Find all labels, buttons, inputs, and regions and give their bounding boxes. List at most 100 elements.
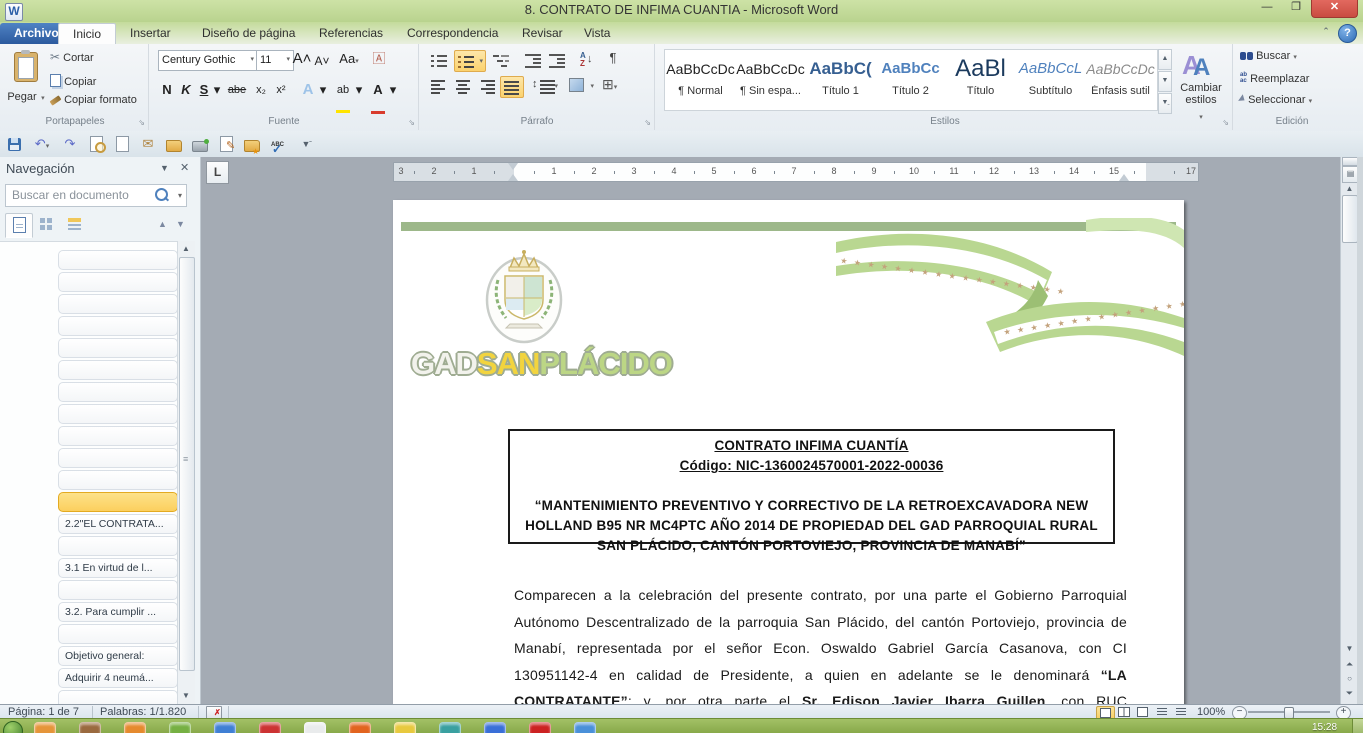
nav-heading-item[interactable]	[58, 492, 177, 512]
decrease-indent-button[interactable]	[522, 50, 544, 70]
chevron-down-icon[interactable]: ▾	[388, 80, 398, 100]
show-paragraph-marks-button[interactable]: ¶	[602, 50, 624, 70]
taskbar-app-blue-frame[interactable]	[484, 722, 506, 733]
align-left-button[interactable]	[428, 76, 450, 96]
show-desktop-button[interactable]	[1352, 719, 1363, 733]
borders-button[interactable]: ⊞▾	[602, 76, 632, 96]
nav-tab-results[interactable]	[61, 213, 87, 236]
align-center-button[interactable]	[452, 76, 474, 96]
shading-button[interactable]: ▾	[566, 76, 596, 96]
tab-insertar[interactable]: Insertar	[116, 23, 185, 44]
nav-heading-item[interactable]	[58, 294, 177, 314]
horizontal-ruler[interactable]: 32112345678910111213141517	[393, 162, 1199, 182]
nav-heading-item[interactable]: 2.2"EL CONTRATA...	[58, 514, 177, 534]
replace-button[interactable]: abac Reemplazar	[1240, 72, 1309, 91]
new-document-button[interactable]	[112, 134, 132, 154]
dialog-launcher-icon[interactable]: ⇘	[138, 118, 145, 127]
taskbar-firefox[interactable]	[349, 722, 371, 733]
contract-body-paragraph[interactable]: Comparecen a la celebración del presente…	[514, 582, 1127, 704]
taskbar-opera[interactable]	[259, 722, 281, 733]
taskbar-app-white[interactable]	[304, 722, 326, 733]
nav-heading-item[interactable]: 3.1 En virtud de l...	[58, 558, 177, 578]
dialog-launcher-icon[interactable]: ⇘	[1222, 118, 1229, 127]
send-mail-button[interactable]: ✉	[138, 134, 158, 154]
copy-button[interactable]: Copiar	[50, 72, 96, 94]
quick-print-button[interactable]	[190, 134, 210, 154]
previous-heading-icon[interactable]: ▲	[158, 219, 167, 229]
spelling-grammar-button[interactable]: ABC✓	[268, 134, 288, 154]
minimize-button[interactable]: —	[1253, 0, 1281, 17]
nav-heading-item[interactable]	[58, 316, 177, 336]
change-styles-button[interactable]: AA Cambiar estilos▾	[1176, 48, 1226, 124]
tab-diseno-de-pagina[interactable]: Diseño de página	[188, 23, 309, 44]
nav-heading-item[interactable]	[58, 426, 177, 446]
page-indicator[interactable]: Página: 1 de 7	[8, 705, 79, 719]
taskbar-info[interactable]	[574, 722, 596, 733]
document-page[interactable]: ★★★★★★★★★★★★★★★★★ ★★★★★★★★★★★★★★★★★★★★★★	[393, 200, 1184, 704]
format-painter-button[interactable]: Copiar formato	[50, 94, 137, 116]
taskbar-app-brown[interactable]	[79, 722, 101, 733]
first-line-indent-marker[interactable]	[508, 163, 518, 170]
nav-heading-item[interactable]: Objetivo general:	[58, 646, 177, 666]
hanging-indent-marker[interactable]	[508, 174, 518, 181]
tab-stop-selector[interactable]: L	[206, 161, 229, 184]
nav-heading-item[interactable]	[58, 250, 177, 270]
open-button[interactable]	[164, 134, 184, 154]
paste-button[interactable]: Pegar ▾	[6, 48, 46, 122]
chevron-down-icon[interactable]: ▾	[318, 80, 328, 100]
style-item[interactable]: AaBbCcTítulo 2	[876, 51, 945, 107]
nav-heading-item[interactable]	[58, 360, 177, 380]
folder-favorites-button[interactable]: ★	[242, 134, 262, 154]
close-pane-icon[interactable]: ✕	[180, 161, 189, 174]
scroll-up-icon[interactable]: ▲	[179, 242, 193, 256]
taskbar-youtube[interactable]	[529, 722, 551, 733]
grow-font-button[interactable]: A˄	[292, 49, 312, 69]
nav-heading-item[interactable]	[58, 338, 177, 358]
taskbar-app-orange[interactable]	[34, 722, 56, 733]
redo-button[interactable]: ↷	[60, 134, 80, 154]
help-icon[interactable]: ?	[1338, 24, 1357, 43]
nav-heading-item[interactable]: 3.2. Para cumplir ...	[58, 602, 177, 622]
tab-correspondencia[interactable]: Correspondencia	[393, 23, 512, 44]
chevron-down-icon[interactable]: ▾	[354, 80, 364, 100]
print-preview-button[interactable]	[86, 134, 106, 154]
previous-page-button[interactable]: ⏶	[1342, 659, 1357, 670]
gallery-more-icon[interactable]: ▼̱	[1158, 93, 1172, 114]
next-heading-icon[interactable]: ▼	[176, 219, 185, 229]
italic-button[interactable]: K	[178, 80, 194, 100]
view-draft-button[interactable]	[1172, 706, 1189, 718]
scroll-thumb[interactable]	[179, 257, 195, 671]
sort-button[interactable]: AZ↓	[576, 50, 598, 70]
bold-button[interactable]: N	[158, 80, 176, 100]
taskbar-app-orange-2[interactable]	[124, 722, 146, 733]
style-item[interactable]: AaBbCcDcÉnfasis sutil	[1086, 51, 1155, 107]
align-right-button[interactable]	[476, 76, 498, 96]
nav-heading-item[interactable]	[58, 382, 177, 402]
change-case-button[interactable]: Aa▾	[336, 49, 362, 69]
nav-heading-item[interactable]	[58, 536, 177, 556]
style-item[interactable]: AaBbC(Título 1	[806, 51, 875, 107]
view-fullscreen-reading-button[interactable]	[1115, 706, 1132, 718]
chevron-down-icon[interactable]: ▼	[160, 163, 169, 173]
view-outline-button[interactable]	[1153, 706, 1170, 718]
collapse-ribbon-icon[interactable]: ⌃	[1318, 26, 1334, 40]
cut-button[interactable]: ✂ Cortar	[50, 50, 94, 72]
strikethrough-button[interactable]: abe	[224, 80, 250, 100]
nav-tab-pages[interactable]	[33, 213, 59, 236]
increase-indent-button[interactable]	[546, 50, 568, 70]
scroll-up-icon[interactable]: ▲	[1342, 184, 1357, 193]
subscript-button[interactable]: x₂	[252, 80, 270, 100]
zoom-level[interactable]: 100%	[1197, 705, 1225, 719]
save-button[interactable]	[4, 134, 24, 154]
scroll-thumb[interactable]	[1342, 195, 1358, 243]
taskbar-app-teal[interactable]	[439, 722, 461, 733]
nav-heading-item[interactable]	[58, 470, 177, 490]
tab-inicio[interactable]: Inicio	[58, 23, 116, 45]
text-effects-button[interactable]: A	[298, 80, 318, 100]
view-web-layout-button[interactable]	[1134, 706, 1151, 718]
numbering-button[interactable]: ▾	[454, 50, 486, 72]
superscript-button[interactable]: x²	[272, 80, 290, 100]
taskbar-app-yellow[interactable]	[394, 722, 416, 733]
edit-document-button[interactable]: ✎	[216, 134, 236, 154]
right-indent-marker[interactable]	[1119, 174, 1129, 181]
